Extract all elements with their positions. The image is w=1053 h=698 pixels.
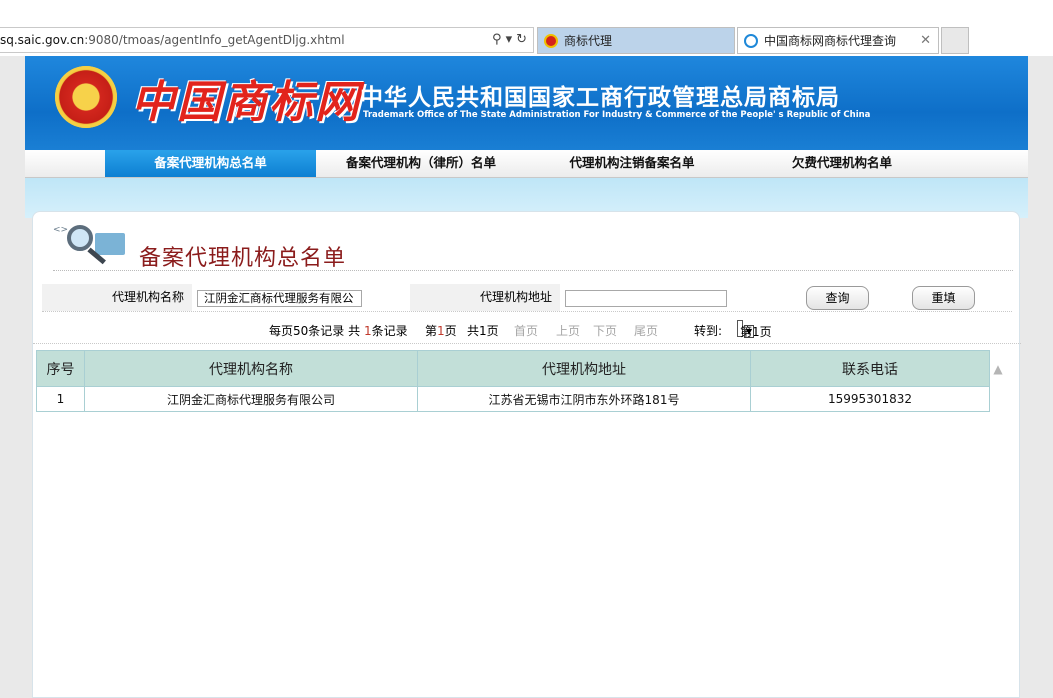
address-bar[interactable]: sq.saic.gov.cn:9080/tmoas/agentInfo_getA…	[0, 27, 534, 53]
goto-label: 转到:	[694, 324, 723, 338]
site-logo[interactable]: 中国商标网	[131, 66, 361, 130]
agent-address-input[interactable]	[565, 290, 727, 307]
cell-address: 江苏省无锡市江阴市东外环路181号	[417, 386, 751, 412]
agent-name-input[interactable]: 江阴金汇商标代理服务有限公	[197, 290, 362, 307]
col-header-name: 代理机构名称	[84, 350, 418, 387]
card-shape	[95, 233, 125, 255]
search-form: 代理机构名称 江阴金汇商标代理服务有限公 代理机构地址 查询 重填	[42, 284, 1012, 312]
nav-item-all-agents[interactable]: 备案代理机构总名单	[105, 150, 316, 177]
dropdown-icon[interactable]: ▾	[506, 32, 513, 47]
prev-page-link[interactable]: 上页	[556, 322, 580, 339]
browser-chrome: sq.saic.gov.cn:9080/tmoas/agentInfo_getA…	[0, 0, 1053, 56]
main-nav: 备案代理机构总名单 备案代理机构（律所）名单 代理机构注销备案名单 欠费代理机构…	[25, 150, 1028, 178]
next-page-link[interactable]: 下页	[593, 322, 617, 339]
address-label: 代理机构地址	[410, 284, 560, 311]
tab-label: 商标代理	[564, 34, 613, 48]
browser-tab-trademark-agent[interactable]: 商标代理	[537, 27, 735, 54]
total-pages: 共1页	[467, 324, 499, 338]
pagination-bar: 每页50条记录 共 1条记录 第1页 共1页 首页 上页 下页 尾页 转到: 第…	[33, 318, 1021, 344]
cell-index: 1	[36, 386, 85, 412]
ie-icon	[744, 34, 758, 48]
search-icon[interactable]: ⚲	[492, 32, 502, 47]
first-page-link[interactable]: 首页	[514, 322, 538, 339]
query-button[interactable]: 查询	[806, 286, 869, 310]
agent-table: 序号 代理机构名称 代理机构地址 联系电话 1 江阴金汇商标代理服务有限公司 江…	[36, 350, 990, 412]
table-row[interactable]: 1 江阴金汇商标代理服务有限公司 江苏省无锡市江阴市东外环路181号 15995…	[36, 386, 990, 412]
col-header-phone: 联系电话	[750, 350, 990, 387]
emblem-icon	[544, 34, 558, 48]
magnifier-shape	[67, 225, 93, 251]
refresh-icon[interactable]: ↻	[516, 32, 527, 47]
record-summary: 每页50条记录 共 1条记录	[269, 324, 408, 338]
code-tag-icon: <>	[53, 225, 69, 235]
nav-item-arrears[interactable]: 欠费代理机构名单	[738, 150, 946, 177]
col-header-index: 序号	[36, 350, 85, 387]
current-page: 第1页	[425, 324, 457, 338]
national-emblem-icon	[55, 66, 117, 128]
url-text[interactable]: sq.saic.gov.cn:9080/tmoas/agentInfo_getA…	[0, 33, 345, 47]
cell-name: 江阴金汇商标代理服务有限公司	[84, 386, 418, 412]
org-name-en: Trademark Office of The State Administra…	[363, 110, 871, 120]
browser-tab-agent-query[interactable]: 中国商标网商标代理查询 ✕	[737, 27, 939, 54]
reset-button[interactable]: 重填	[912, 286, 975, 310]
cell-phone: 15995301832	[750, 386, 990, 412]
table-header-row: 序号 代理机构名称 代理机构地址 联系电话	[36, 350, 990, 387]
site-banner: 中国商标网 中华人民共和国国家工商行政管理总局商标局 Trademark Off…	[25, 56, 1028, 150]
address-bar-icons: ⚲ ▾ ↻	[488, 32, 527, 47]
page-margin	[1028, 150, 1053, 698]
name-label: 代理机构名称	[42, 284, 192, 311]
title-area: <> 备案代理机构总名单	[53, 223, 1013, 271]
nav-item-law-firms[interactable]: 备案代理机构（律所）名单	[316, 150, 526, 177]
goto-page-select[interactable]: 第1页 ▼	[737, 320, 772, 339]
search-list-icon: <>	[53, 223, 133, 265]
scroll-up-icon[interactable]: ▲	[989, 362, 1007, 380]
new-tab-button[interactable]	[941, 27, 969, 54]
last-page-link[interactable]: 尾页	[634, 322, 658, 339]
nav-item-cancelled[interactable]: 代理机构注销备案名单	[526, 150, 738, 177]
tab-label: 中国商标网商标代理查询	[764, 34, 897, 48]
close-icon[interactable]: ✕	[920, 28, 931, 54]
page-title: 备案代理机构总名单	[139, 246, 347, 271]
org-name-cn: 中华人民共和国国家工商行政管理总局商标局	[360, 85, 840, 111]
col-header-address: 代理机构地址	[417, 350, 751, 387]
chevron-down-icon[interactable]: ▼	[744, 325, 755, 338]
content-panel: <> 备案代理机构总名单 代理机构名称 江阴金汇商标代理服务有限公 代理机构地址…	[32, 211, 1021, 698]
